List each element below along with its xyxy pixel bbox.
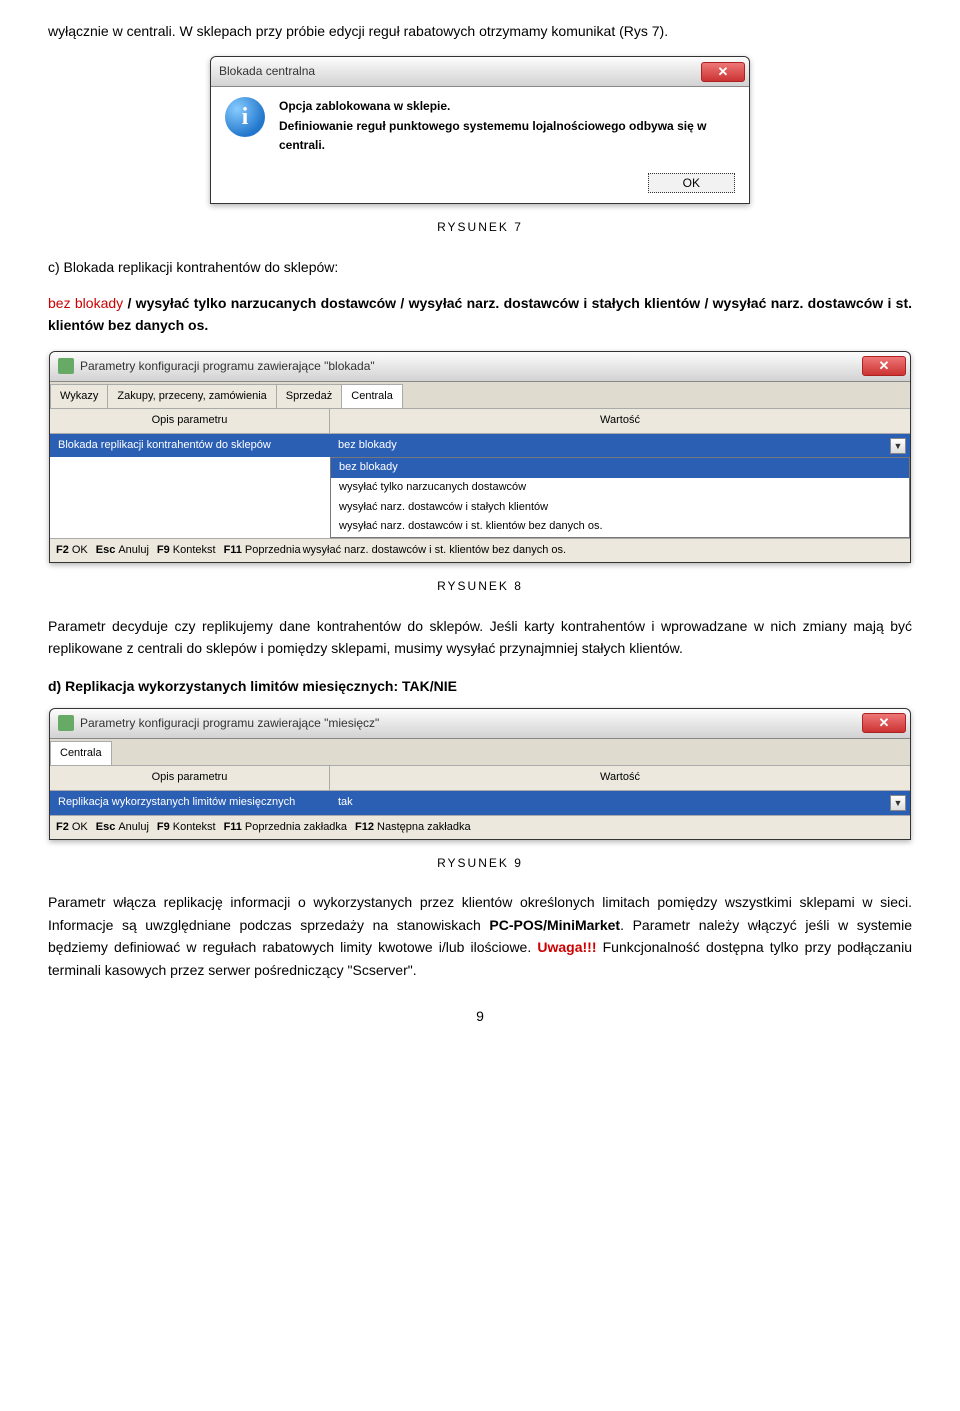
- option-bez-blokady: bez blokady: [48, 295, 123, 311]
- dialog-parametry-miesiecz: Parametry konfiguracji programu zawieraj…: [49, 708, 911, 840]
- ok-button[interactable]: OK: [648, 173, 735, 193]
- tab-bar: Wykazy Zakupy, przeceny, zamówienia Sprz…: [50, 382, 910, 410]
- chevron-down-icon[interactable]: ▼: [890, 438, 906, 454]
- dialog-message: Opcja zablokowana w sklepie. Definiowani…: [279, 97, 735, 155]
- param-row-selected[interactable]: Replikacja wykorzystanych limitów miesię…: [50, 791, 910, 815]
- param-row-selected[interactable]: Blokada replikacji kontrahentów do sklep…: [50, 434, 910, 458]
- tab-zakupy[interactable]: Zakupy, przeceny, zamówienia: [107, 384, 276, 409]
- window-title: Parametry konfiguracji programu zawieraj…: [80, 714, 379, 733]
- close-icon[interactable]: ✕: [862, 713, 906, 733]
- dialog-blokada-centralna: Blokada centralna ✕ i Opcja zablokowana …: [210, 56, 750, 204]
- paragraph-intro: wyłącznie w centrali. W sklepach przy pr…: [48, 20, 912, 42]
- param-label: Blokada replikacji kontrahentów do sklep…: [50, 434, 330, 458]
- option-1[interactable]: wysyłać tylko narzucanych dostawców: [331, 478, 909, 498]
- tab-sprzedaz[interactable]: Sprzedaż: [276, 384, 342, 409]
- param-value-cell[interactable]: tak ▼: [330, 791, 910, 815]
- close-icon[interactable]: ✕: [862, 356, 906, 376]
- figure-caption-7: RYSUNEK 7: [48, 218, 912, 237]
- window-title: Blokada centralna: [219, 62, 315, 81]
- col-wartosc: Wartość: [330, 766, 910, 790]
- tab-wykazy[interactable]: Wykazy: [50, 384, 108, 409]
- section-c-options: bez blokady / wysyłać tylko narzucanych …: [48, 292, 912, 337]
- app-icon: [58, 358, 74, 374]
- uwaga-label: Uwaga!!!: [537, 939, 596, 955]
- col-wartosc: Wartość: [330, 409, 910, 433]
- chevron-down-icon[interactable]: ▼: [890, 795, 906, 811]
- titlebar[interactable]: Parametry konfiguracji programu zawieraj…: [50, 709, 910, 739]
- tab-centrala[interactable]: Centrala: [341, 384, 403, 409]
- status-bar: F2OK EscAnuluj F9Kontekst F11Poprzednia …: [50, 538, 910, 563]
- dialog-message-line1: Opcja zablokowana w sklepie.: [279, 97, 735, 116]
- dropdown-options: bez blokady wysyłać tylko narzucanych do…: [330, 457, 910, 537]
- param-value: tak: [338, 796, 353, 808]
- titlebar[interactable]: Parametry konfiguracji programu zawieraj…: [50, 352, 910, 382]
- info-icon: i: [225, 97, 265, 137]
- titlebar[interactable]: Blokada centralna ✕: [211, 57, 749, 87]
- paragraph-rys8: Parametr decyduje czy replikujemy dane k…: [48, 615, 912, 660]
- status-merged-option: wysyłać narz. dostawców i st. klientów b…: [303, 542, 567, 560]
- option-2[interactable]: wysyłać narz. dostawców i stałych klient…: [331, 498, 909, 518]
- option-3[interactable]: wysyłać narz. dostawców i st. klientów b…: [331, 517, 909, 537]
- grid-header: Opis parametru Wartość: [50, 766, 910, 791]
- app-icon: [58, 715, 74, 731]
- figure-caption-9: RYSUNEK 9: [48, 854, 912, 873]
- page-number: 9: [48, 1005, 912, 1027]
- pcpos-label: PC-POS/MiniMarket: [489, 917, 620, 933]
- tab-centrala[interactable]: Centrala: [50, 741, 112, 766]
- param-value: bez blokady: [338, 439, 397, 451]
- col-opis: Opis parametru: [50, 766, 330, 790]
- grid-header: Opis parametru Wartość: [50, 409, 910, 434]
- dialog-message-line2: Definiowanie reguł punktowego systememu …: [279, 117, 735, 155]
- close-icon[interactable]: ✕: [701, 62, 745, 82]
- option-0[interactable]: bez blokady: [331, 458, 909, 478]
- param-value-cell[interactable]: bez blokady ▼: [330, 434, 910, 458]
- window-title: Parametry konfiguracji programu zawieraj…: [80, 357, 375, 376]
- section-c-heading: c) Blokada replikacji kontrahentów do sk…: [48, 256, 912, 278]
- status-bar: F2OK EscAnuluj F9Kontekst F11Poprzednia …: [50, 815, 910, 840]
- col-opis: Opis parametru: [50, 409, 330, 433]
- figure-caption-8: RYSUNEK 8: [48, 577, 912, 596]
- dialog-parametry-blokada: Parametry konfiguracji programu zawieraj…: [49, 351, 911, 564]
- options-rest: / wysyłać tylko narzucanych dostawców / …: [48, 295, 912, 333]
- paragraph-rys9: Parametr włącza replikację informacji o …: [48, 891, 912, 981]
- param-label: Replikacja wykorzystanych limitów miesię…: [50, 791, 330, 815]
- section-d-heading: d) Replikacja wykorzystanych limitów mie…: [48, 675, 912, 697]
- tab-bar: Centrala: [50, 739, 910, 767]
